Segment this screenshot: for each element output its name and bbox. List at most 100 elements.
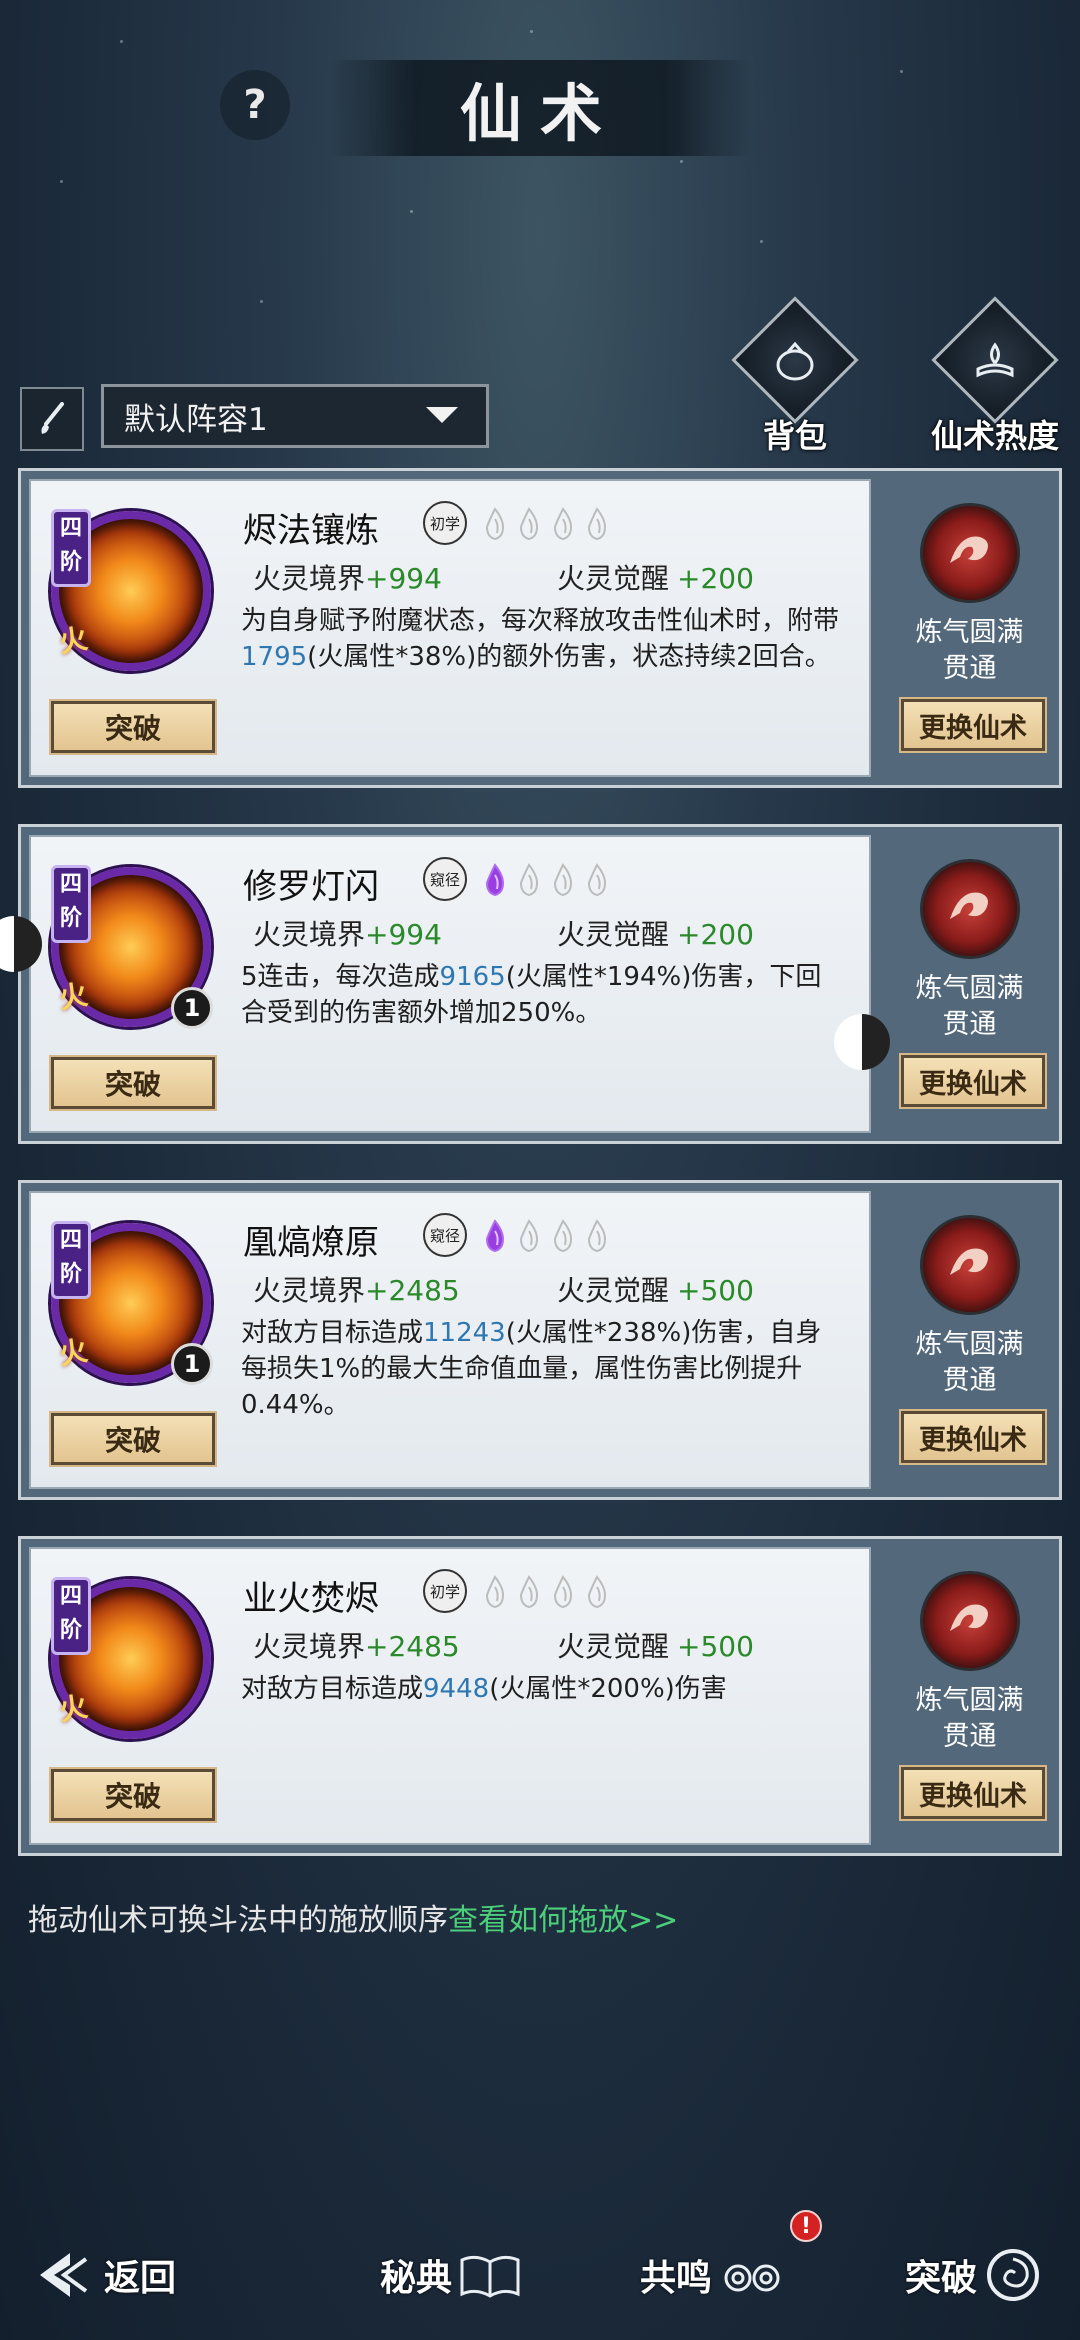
stat-awakening-label: 火灵觉醒 <box>557 1630 670 1663</box>
flame-icon <box>553 1575 573 1609</box>
awakening-flames <box>481 1219 611 1253</box>
stat-realm-label: 火灵境界 <box>253 918 366 951</box>
cultivation-status-line: 炼气圆满 <box>915 973 1024 1004</box>
flame-icon <box>553 507 573 541</box>
desc-text: (火属性*38%)的额外伤害，状态持续2回合。 <box>307 642 831 672</box>
skill-card-body: 四阶 火 1 突破 凰熇燎原 窥径 火灵境界+2485 火灵觉醒 +500 对敌方… <box>29 1191 871 1489</box>
change-skill-button[interactable]: 更换仙术 <box>899 1765 1047 1821</box>
tier-badge: 四阶 <box>51 1577 91 1655</box>
stat-awakening: 火灵觉醒 +500 <box>557 1269 754 1309</box>
skill-name: 修罗灯闪 <box>243 867 379 907</box>
flame-icon <box>553 863 573 897</box>
skill-card[interactable]: 四阶 火 1 突破 修罗灯闪 窥径 火灵境界+994 火灵觉醒 +200 5连击，… <box>18 824 1062 1144</box>
drag-hint-text: 拖动仙术可换斗法中的施放顺序 <box>28 1903 448 1938</box>
skill-card-side: 炼气圆满 贯通 更换仙术 <box>877 471 1062 785</box>
tier-badge: 四阶 <box>51 865 91 943</box>
damage-value: 1795 <box>241 642 308 672</box>
skill-description: 对敌方目标造成11243(火属性*238%)伤害，自身每损失1%的最大生命值血量… <box>241 1315 841 1423</box>
cultivation-status-line: 炼气圆满 <box>915 1329 1024 1360</box>
skill-card-body: 四阶 火 1 突破 修罗灯闪 窥径 火灵境界+994 火灵觉醒 +200 5连击，… <box>29 835 871 1133</box>
secret-book-label: 秘典 <box>380 2257 453 2299</box>
cultivation-status: 炼气圆满 贯通 <box>916 1327 1024 1399</box>
flame-icon <box>485 1219 505 1253</box>
back-arrow-icon <box>40 2253 88 2297</box>
back-button[interactable]: 返回 <box>30 2240 176 2310</box>
flame-icon <box>519 863 539 897</box>
skill-card[interactable]: 四阶 火 突破 业火焚烬 初学 火灵境界+2485 火灵觉醒 +500 对敌方目标… <box>18 1536 1062 1856</box>
question-mark-icon: ? <box>243 82 267 128</box>
breakthrough-button[interactable]: 突破 <box>49 1767 217 1823</box>
awakening-flames <box>481 863 611 897</box>
skill-card-side: 炼气圆满 贯通 更换仙术 <box>877 1183 1062 1497</box>
change-skill-button[interactable]: 更换仙术 <box>899 697 1047 753</box>
flame-icon <box>519 507 539 541</box>
stat-awakening: 火灵觉醒 +200 <box>557 557 754 597</box>
page-title: 仙术 <box>459 77 620 150</box>
skill-card[interactable]: 四阶 火 突破 烬法镶炼 初学 火灵境界+994 火灵觉醒 +200 为自身赋予附… <box>18 468 1062 788</box>
count-badge: 1 <box>171 1343 213 1385</box>
stat-realm: 火灵境界+2485 <box>253 1269 460 1309</box>
desc-text: 对敌方目标造成 <box>241 1318 424 1348</box>
change-skill-button[interactable]: 更换仙术 <box>899 1053 1047 1109</box>
stat-realm-value: +994 <box>365 918 442 951</box>
stat-realm-value: +994 <box>365 562 442 595</box>
desc-text: (火属性*200%)伤害 <box>489 1674 727 1704</box>
popularity-button[interactable]: 仙术热度 <box>920 296 1070 457</box>
tier-badge: 四阶 <box>51 1221 91 1299</box>
stat-realm-value: +2485 <box>365 1630 460 1663</box>
change-skill-button[interactable]: 更换仙术 <box>899 1409 1047 1465</box>
skill-name: 业火焚烬 <box>243 1579 379 1619</box>
damage-value: 11243 <box>423 1318 506 1348</box>
tier-badge: 四阶 <box>51 509 91 587</box>
stat-realm: 火灵境界+2485 <box>253 1625 460 1665</box>
stat-awakening-value: +200 <box>677 562 754 595</box>
lineup-selected-value: 默认阵容1 <box>124 401 268 438</box>
desc-text: 为自身赋予附魔状态，每次释放攻击性仙术时，附带 <box>241 606 840 636</box>
back-label: 返回 <box>104 2257 177 2299</box>
grade-badge: 窥径 <box>423 1213 467 1257</box>
bag-icon <box>776 341 814 381</box>
cultivation-status-line: 贯通 <box>942 653 997 684</box>
resonance-label: 共鸣 <box>640 2257 713 2299</box>
chevron-down-icon <box>426 407 458 423</box>
edit-lineup-button[interactable] <box>20 387 84 451</box>
grade-badge: 窥径 <box>423 857 467 901</box>
stat-awakening: 火灵觉醒 +500 <box>557 1625 754 1665</box>
stat-realm: 火灵境界+994 <box>253 913 442 953</box>
flame-icon <box>485 863 505 897</box>
grade-badge: 初学 <box>423 501 467 545</box>
flame-icon <box>485 1575 505 1609</box>
stat-awakening-label: 火灵觉醒 <box>557 562 670 595</box>
yin-yang-icon <box>834 1014 890 1070</box>
drag-help-link[interactable]: 查看如何拖放>> <box>448 1903 678 1938</box>
cultivation-status: 炼气圆满 贯通 <box>916 615 1024 687</box>
skill-card[interactable]: 四阶 火 1 突破 凰熇燎原 窥径 火灵境界+2485 火灵觉醒 +500 对敌方… <box>18 1180 1062 1500</box>
flame-icon <box>587 863 607 897</box>
bag-button[interactable]: 背包 <box>730 296 860 457</box>
skill-name: 凰熇燎原 <box>243 1223 379 1263</box>
resonance-button[interactable]: 共鸣 <box>640 2240 788 2310</box>
stat-awakening-label: 火灵觉醒 <box>557 918 670 951</box>
skill-card-side: 炼气圆满 贯通 更换仙术 <box>877 827 1062 1141</box>
stat-realm-value: +2485 <box>365 1274 460 1307</box>
drag-hint: 拖动仙术可换斗法中的施放顺序查看如何拖放>> <box>28 1895 678 1939</box>
lineup-dropdown[interactable]: 默认阵容1 <box>101 384 489 448</box>
flame-icon <box>485 507 505 541</box>
stat-awakening-value: +200 <box>677 918 754 951</box>
skill-description: 为自身赋予附魔状态，每次释放攻击性仙术时，附带 1795(火属性*38%)的额外伤… <box>241 603 841 675</box>
help-button[interactable]: ? <box>220 70 290 140</box>
cultivation-status: 炼气圆满 贯通 <box>916 971 1024 1043</box>
breakthrough-button[interactable]: 突破 <box>49 699 217 755</box>
secret-book-button[interactable]: 秘典 <box>380 2240 522 2310</box>
breakthrough-nav-button[interactable]: 突破 <box>905 2240 1043 2310</box>
book-flame-icon <box>976 342 1014 378</box>
cultivation-status: 炼气圆满 贯通 <box>916 1683 1024 1755</box>
breakthrough-button[interactable]: 突破 <box>49 1411 217 1467</box>
skill-description: 5连击，每次造成9165(火属性*194%)伤害，下回合受到的伤害额外增加250… <box>241 959 841 1031</box>
breakthrough-button[interactable]: 突破 <box>49 1055 217 1111</box>
cultivation-status-line: 炼气圆满 <box>915 617 1024 648</box>
skill-name: 烬法镶炼 <box>243 511 379 551</box>
awakening-flames <box>481 1575 611 1609</box>
phoenix-icon <box>919 859 1020 959</box>
stat-realm-label: 火灵境界 <box>253 1630 366 1663</box>
